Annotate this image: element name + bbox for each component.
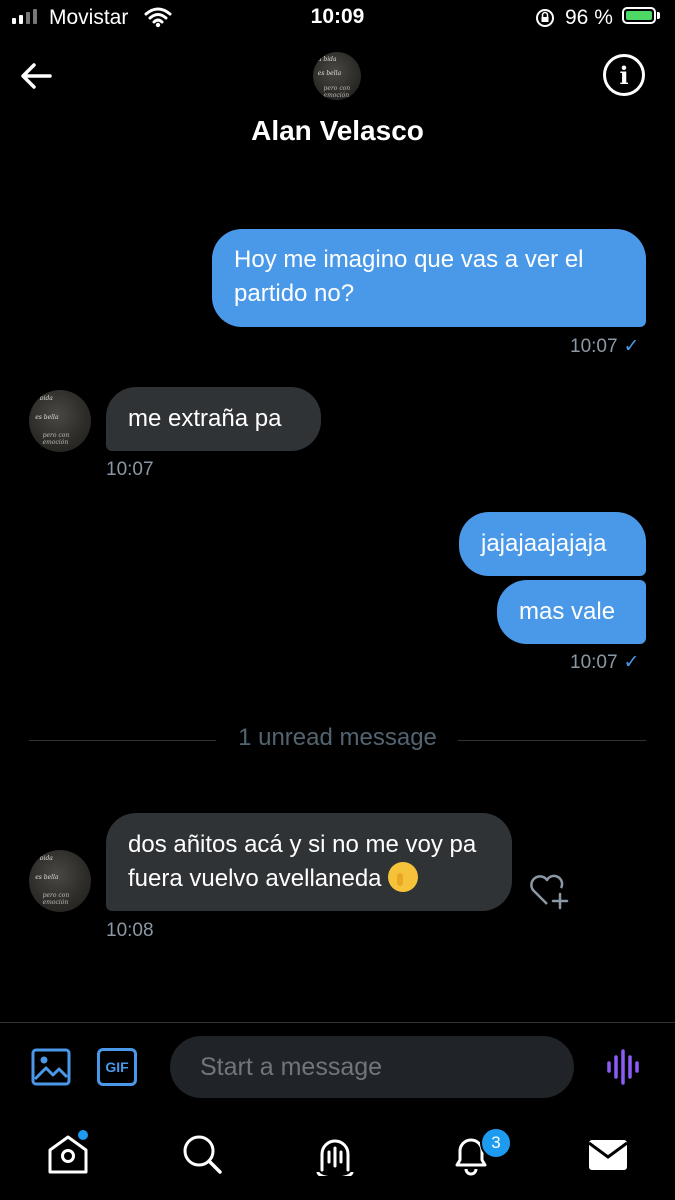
message-timestamp: 10:07 ✓ bbox=[570, 652, 640, 673]
status-bar: Movistar 10:09 96 % bbox=[0, 0, 675, 36]
gif-button[interactable]: GIF bbox=[97, 1048, 137, 1086]
divider-line bbox=[458, 740, 646, 741]
message-text: dos añitos acá y si no me voy pa fuera v… bbox=[128, 831, 477, 892]
message-input[interactable] bbox=[170, 1036, 574, 1098]
message-timestamp: 10:08 bbox=[106, 920, 154, 941]
composer-divider bbox=[0, 1022, 675, 1023]
check-icon: ✓ bbox=[623, 336, 640, 357]
message-bubble-outgoing[interactable]: Hoy me imagino que vas a ver el partido … bbox=[212, 229, 646, 327]
contact-name[interactable]: Alan Velasco bbox=[0, 115, 675, 147]
message-bubble-incoming[interactable]: me extraña pa bbox=[106, 387, 321, 451]
voice-message-icon[interactable] bbox=[605, 1048, 643, 1086]
check-icon: ✓ bbox=[623, 652, 640, 673]
battery-icon bbox=[622, 7, 656, 24]
home-notification-dot bbox=[78, 1130, 88, 1140]
message-timestamp: 10:07 bbox=[106, 459, 154, 480]
add-reaction-heart-icon[interactable] bbox=[527, 870, 569, 910]
message-bubble-outgoing[interactable]: jajajaajajaja bbox=[459, 512, 646, 576]
spaces-icon[interactable] bbox=[313, 1132, 357, 1176]
message-bubble-incoming[interactable]: dos añitos acá y si no me voy pa fuera v… bbox=[106, 813, 512, 911]
contact-avatar[interactable]: La bida es bella pero con emoción bbox=[313, 52, 361, 100]
battery-percent: 96 % bbox=[565, 6, 613, 29]
back-arrow-icon[interactable] bbox=[18, 57, 58, 97]
unread-divider: 1 unread message bbox=[238, 724, 437, 751]
message-bubble-outgoing[interactable]: mas vale bbox=[497, 580, 646, 644]
battery-tip bbox=[657, 12, 660, 19]
info-icon[interactable]: i bbox=[603, 54, 645, 96]
sender-avatar[interactable]: La bida es bella pero con emoción bbox=[29, 850, 91, 912]
rotation-lock-icon bbox=[536, 9, 554, 27]
message-timestamp: 10:07 ✓ bbox=[570, 336, 640, 357]
image-icon[interactable] bbox=[31, 1048, 71, 1086]
messages-envelope-icon[interactable] bbox=[586, 1132, 630, 1176]
shushing-face-icon bbox=[387, 862, 418, 892]
sender-avatar[interactable]: La bida es bella pero con emoción bbox=[29, 390, 91, 452]
search-icon[interactable] bbox=[180, 1132, 224, 1176]
notifications-badge: 3 bbox=[480, 1127, 512, 1159]
